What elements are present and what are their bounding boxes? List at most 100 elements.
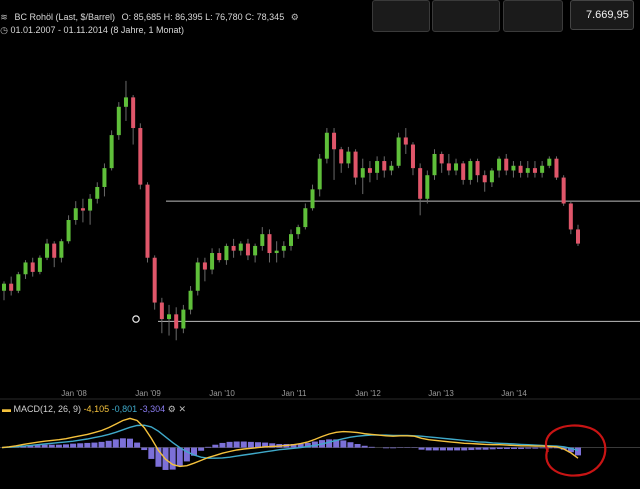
x-tick-label: Jan '14 — [501, 389, 527, 398]
macd-histogram-bar — [113, 439, 119, 447]
macd-histogram-bar — [383, 448, 389, 449]
macd-histogram-bar — [134, 443, 140, 448]
candle-body — [425, 175, 429, 199]
x-tick-label: Jan '08 — [61, 389, 87, 398]
candle-body — [232, 246, 236, 251]
candle-body — [404, 137, 408, 144]
macd-histogram-bar — [326, 439, 332, 447]
candle-body — [382, 161, 386, 170]
candle-body — [289, 234, 293, 246]
candle-body — [303, 208, 307, 227]
candle-body — [540, 166, 544, 173]
candle-body — [361, 168, 365, 177]
candle-body — [533, 168, 537, 173]
indicator-settings-icon[interactable]: ⚙ — [168, 404, 176, 415]
macd-histogram-bar — [483, 448, 489, 450]
candle-body — [504, 159, 508, 171]
macd-histogram-bar — [532, 448, 538, 449]
candle-body — [440, 154, 444, 163]
quote-widget[interactable] — [503, 0, 563, 32]
x-tick-label: Jan '13 — [428, 389, 454, 398]
macd-histogram-bar — [42, 445, 48, 448]
settings-icon[interactable]: ⚙ — [291, 12, 299, 23]
chart-header: ≋ BC Rohöl (Last, $/Barrel) O: 85,685 H:… — [0, 12, 303, 23]
candle-body — [2, 284, 6, 291]
macd-histogram-bar — [170, 448, 176, 470]
candle-body — [81, 208, 85, 210]
candle-body — [554, 159, 558, 178]
candle-body — [124, 97, 128, 106]
macd-histogram-bar — [433, 448, 439, 451]
macd-histogram-bar — [575, 448, 581, 456]
candle-body — [389, 166, 393, 171]
x-tick-label: Jan '09 — [135, 389, 161, 398]
candle-body — [102, 168, 106, 187]
candle-body — [217, 253, 221, 260]
macd-histogram-bar — [525, 448, 531, 449]
candle-body — [397, 137, 401, 165]
candle-body — [117, 107, 121, 135]
macd-histogram-bar — [355, 444, 361, 448]
candle-body — [203, 262, 207, 269]
candle-body — [131, 97, 135, 128]
macd-histogram-bar — [77, 443, 83, 447]
candle-body — [519, 166, 523, 173]
candle-body — [339, 149, 343, 163]
candle-body — [411, 145, 415, 169]
candle-body — [468, 161, 472, 180]
macd-histogram-bar — [227, 442, 233, 448]
mini-chart-widget[interactable] — [372, 0, 430, 32]
candle-body — [9, 284, 13, 291]
candle-body — [196, 262, 200, 290]
candle-body — [110, 135, 114, 168]
index-price: 7.669,95 — [586, 9, 629, 21]
candle-body — [16, 274, 20, 291]
ohlc-values: O: 85,685 H: 86,395 L: 76,780 C: 78,345 — [122, 12, 285, 22]
macd-line-swatch: ▬ — [2, 404, 11, 414]
macd-histogram-bar — [106, 441, 112, 448]
candle-body — [576, 229, 580, 243]
candle-body — [239, 244, 243, 251]
date-range-row: ◷ 01.01.2007 - 01.11.2014 (8 Jahre, 1 Mo… — [0, 25, 184, 36]
candle-body — [181, 310, 185, 329]
clock-icon[interactable]: ◷ — [0, 25, 8, 36]
candle-body — [189, 291, 193, 310]
candle-body — [260, 234, 264, 246]
candle-body — [346, 152, 350, 164]
candle-body — [224, 246, 228, 260]
candle-body — [569, 204, 573, 230]
candle-body — [418, 168, 422, 199]
macd-histogram-bar — [454, 448, 460, 451]
candle-body — [282, 246, 286, 251]
macd-histogram-bar — [241, 442, 247, 448]
macd-histogram-bar — [63, 444, 69, 447]
macd-histogram-bar — [369, 447, 375, 448]
candle-body — [454, 163, 458, 170]
macd-histogram-bar — [347, 442, 353, 447]
macd-legend: ▬ MACD(12, 26, 9) -4,105 -0,801 -3,304 ⚙… — [2, 404, 186, 415]
candle-body — [160, 303, 164, 320]
candle-body — [368, 168, 372, 173]
candle-body — [562, 178, 566, 204]
candle-body — [332, 133, 336, 150]
candle-body — [354, 152, 358, 178]
macd-value: -4,105 — [84, 404, 110, 414]
chart-type-icon[interactable]: ≋ — [0, 12, 8, 23]
x-tick-label: Jan '11 — [282, 389, 308, 398]
macd-histogram-bar — [497, 448, 503, 449]
macd-histogram-bar — [198, 448, 204, 451]
macd-histogram-bar — [49, 445, 55, 448]
candle-body — [24, 262, 28, 274]
candle-body — [275, 251, 279, 253]
candle-body — [74, 208, 78, 220]
candle-body — [461, 163, 465, 180]
candle-body — [325, 133, 329, 159]
x-tick-label: Jan '12 — [355, 389, 381, 398]
candle-body — [490, 170, 494, 182]
news-widget[interactable] — [432, 0, 500, 32]
candle-body — [45, 244, 49, 258]
indicator-close-icon[interactable]: ✕ — [178, 404, 186, 415]
macd-histogram-bar — [468, 448, 474, 450]
candle-body — [210, 253, 214, 270]
macd-histogram-bar — [440, 448, 446, 451]
